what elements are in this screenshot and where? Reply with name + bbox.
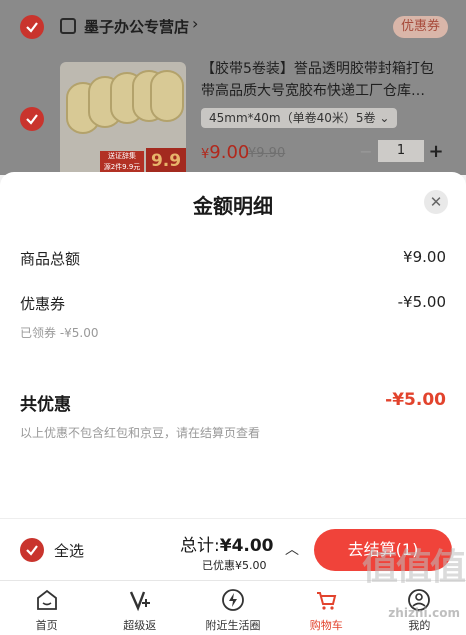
tape-roll-image [150,70,184,122]
decrease-button[interactable]: − [354,142,378,161]
watermark-url: zhizhi.com [388,606,460,620]
promo-badge: 送证辞集 源2件9.9元 [100,151,144,173]
cart-icon [317,592,337,610]
home-icon [36,589,57,610]
promo-price-badge: 9.9 [146,148,186,174]
quantity-input[interactable]: 1 [378,140,424,162]
cashback-icon [129,591,150,612]
goods-total-label: 商品总额 [20,250,81,268]
product-title[interactable]: 【胶带5卷装】誉品透明胶带封箱打包 带高品质大号宽胶布快递工厂仓库… [201,58,451,102]
coupon-value: -¥5.00 [397,293,446,311]
store-row[interactable]: 墨子办公专营店 › 优惠券 [0,0,466,52]
discount-disclaimer: 以上优惠不包含红包和京豆，请在结算页查看 [20,426,261,440]
sheet-title: 金额明细 [193,194,273,218]
quantity-stepper: − 1 + [354,140,448,162]
saving-amount: 已优惠¥5.00 [202,559,267,572]
select-all-checkbox[interactable] [20,538,44,562]
checkmark-icon [26,545,38,556]
tab-label: 附近生活圈 [205,619,261,632]
total-discount-label: 共优惠 [20,395,71,415]
increase-button[interactable]: + [424,141,448,162]
close-button[interactable]: ✕ [424,190,448,214]
original-price: ¥9.90 [248,146,286,161]
tab-home[interactable]: 首页 [0,581,93,635]
tab-label: 超级返 [123,619,157,632]
checkmark-icon [26,114,38,125]
lightning-icon [222,589,244,611]
tab-label: 首页 [35,619,58,632]
store-checkbox[interactable] [20,15,44,39]
chevron-right-icon[interactable]: › [192,14,198,33]
total-discount-value: -¥5.00 [385,390,446,410]
tab-cashback[interactable]: 超级返 [93,581,186,635]
checkmark-icon [26,22,38,33]
select-all-label[interactable]: 全选 [54,540,84,561]
price-value: 9.00 [209,142,250,163]
total-amount: 总计:¥4.00 [180,531,274,556]
store-name[interactable]: 墨子办公专营店 [84,16,189,37]
coupon-note: 已领券 -¥5.00 [20,326,99,340]
amount-detail-sheet: 金额明细 ✕ 商品总额 ¥9.00 优惠券 -¥5.00 已领券 -¥5.00 … [0,172,466,518]
coupon-button[interactable]: 优惠券 [392,16,448,38]
tab-label: 购物车 [309,619,343,632]
product-price: ¥9.00 [201,142,249,163]
tab-nearby[interactable]: 附近生活圈 [186,581,279,635]
chevron-up-icon[interactable]: ︿ [285,539,299,559]
coupon-label: 优惠券 [20,295,66,313]
product-thumbnail[interactable]: 送证辞集 源2件9.9元 9.9 [60,62,186,180]
total-prefix: 总计: [180,536,220,556]
store-icon [60,18,76,34]
spec-selector[interactable]: 45mm*40m（单卷40米）5卷 ⌄ [201,108,398,128]
goods-total-value: ¥9.00 [403,248,446,266]
product-checkbox[interactable] [20,107,44,131]
watermark-logo: 值值值 [361,547,466,588]
tab-cart[interactable]: 购物车 [280,581,373,635]
total-value: ¥4.00 [219,536,274,556]
